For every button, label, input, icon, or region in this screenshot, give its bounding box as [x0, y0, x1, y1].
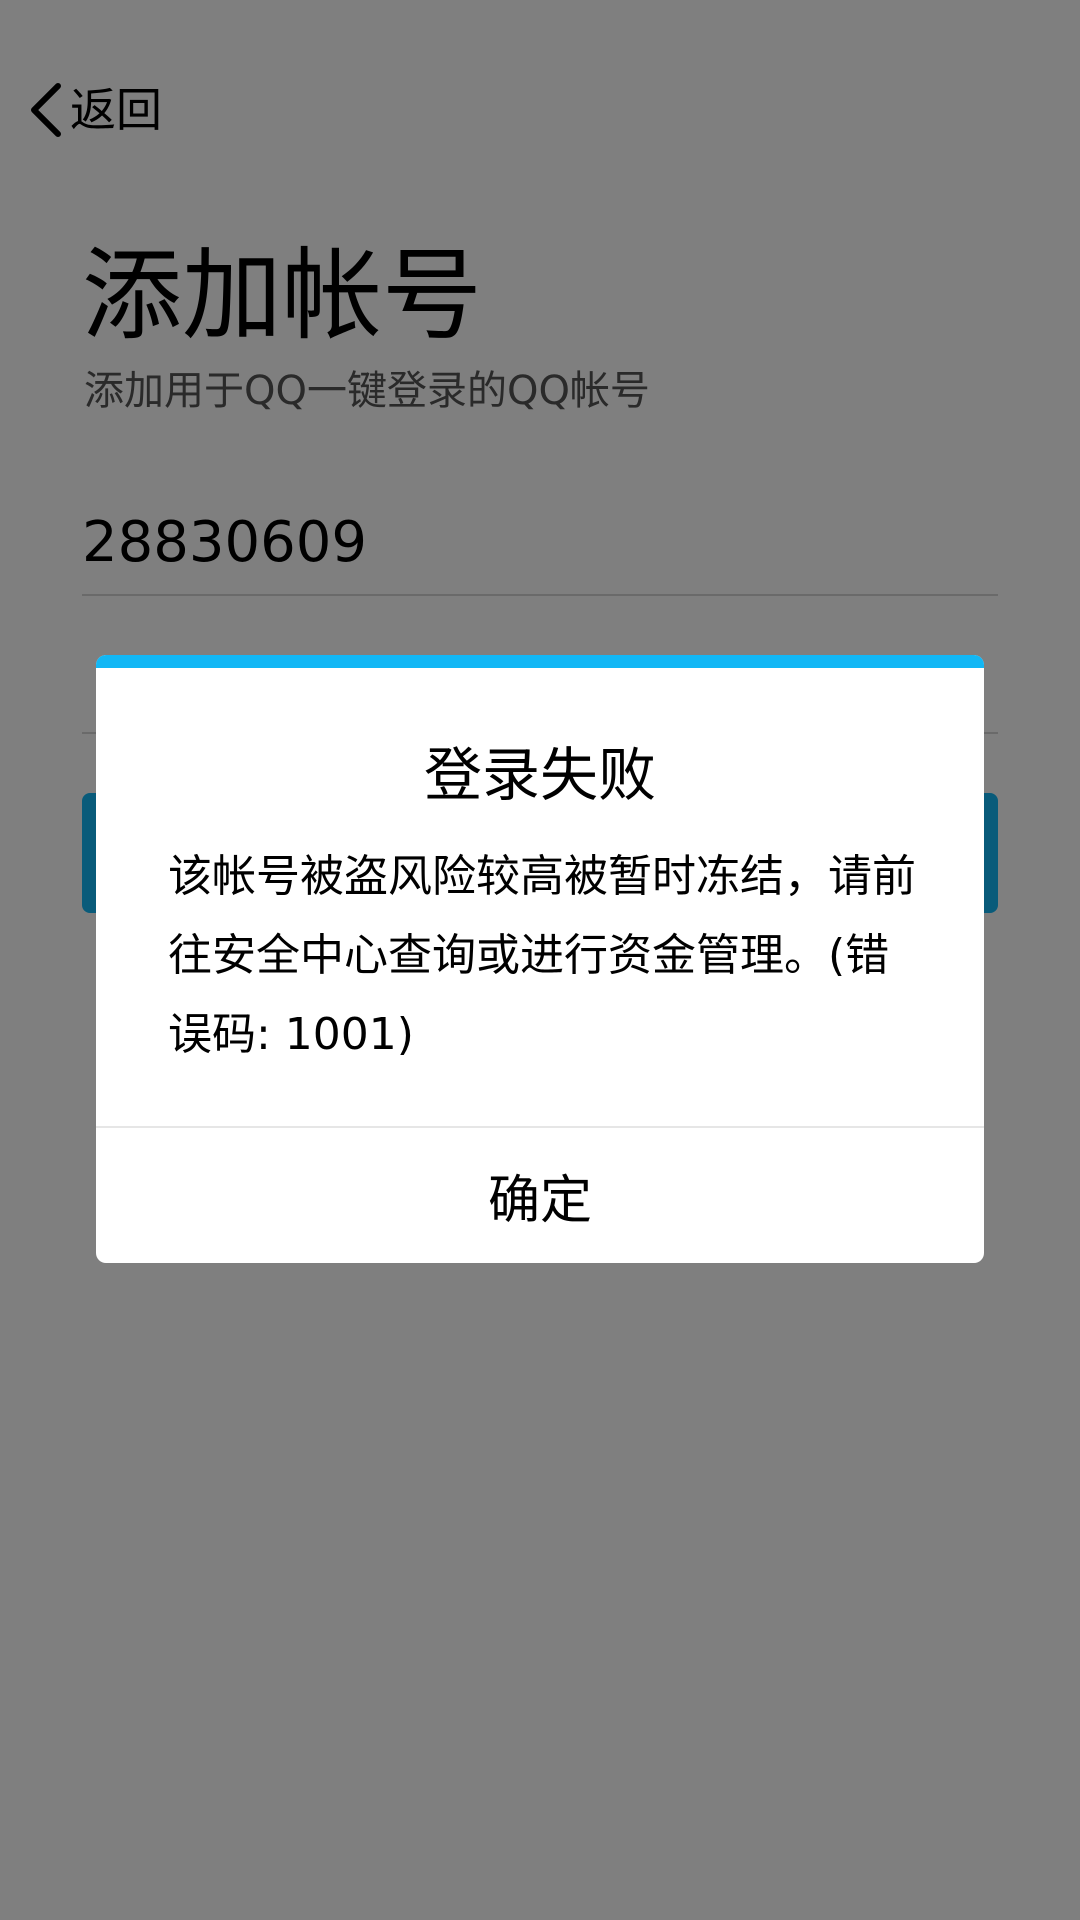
dialog-accent-bar	[96, 655, 984, 668]
dialog-title: 登录失败	[423, 741, 656, 809]
dialog-ok-button[interactable]: 确定	[96, 1128, 984, 1263]
login-failed-dialog: 登录失败 该帐号被盗风险较高被暂时冻结，请前往安全中心查询或进行资金管理。(错误…	[96, 655, 984, 1263]
dialog-message: 该帐号被盗风险较高被暂时冻结，请前往安全中心查询或进行资金管理。(错误码: 10…	[168, 851, 916, 1060]
